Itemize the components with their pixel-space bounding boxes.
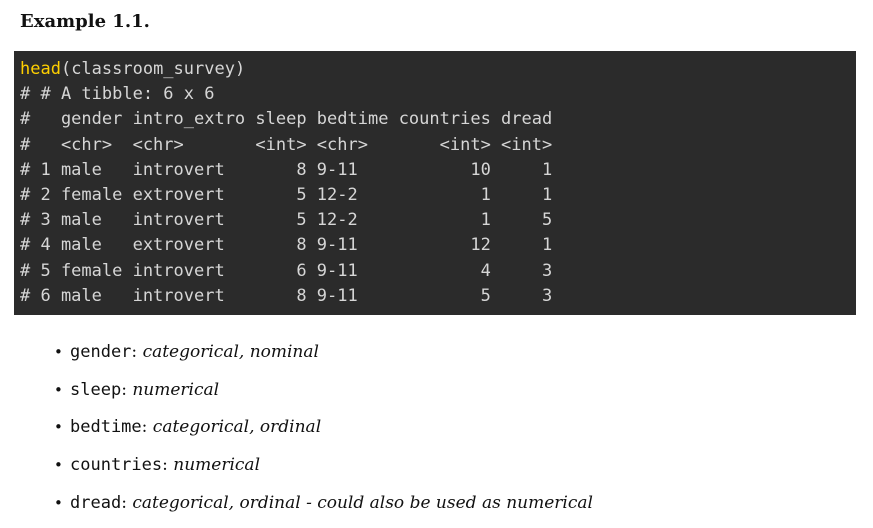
list-item: • sleep: numerical <box>50 376 593 414</box>
variable-type: categorical, nominal <box>142 342 319 362</box>
list-item: • gender: categorical, nominal <box>50 338 593 376</box>
output-line: # 3 male introvert 5 12-2 1 5 <box>20 210 553 231</box>
output-line: # # A tibble: 6 x 6 <box>20 84 215 105</box>
output-line: # 5 female introvert 6 9-11 4 3 <box>20 260 553 281</box>
separator: : <box>121 492 133 513</box>
separator: : <box>121 379 133 400</box>
variable-type: numerical <box>132 379 220 400</box>
bullet-icon: • <box>54 493 63 512</box>
variable-name: countries <box>70 455 163 476</box>
variable-name: sleep <box>70 379 122 400</box>
output-line: # 6 male introvert 8 9-11 5 3 <box>20 285 553 306</box>
code-block: head(classroom_survey) # # A tibble: 6 x… <box>14 51 856 315</box>
variable-type: categorical, ordinal - could also be use… <box>132 492 593 513</box>
list-item: • bedtime: categorical, ordinal <box>50 413 593 451</box>
output-line: # 1 male introvert 8 9-11 10 1 <box>20 159 553 180</box>
output-line: # gender intro_extro sleep bedtime count… <box>20 109 553 130</box>
variable-name: dread <box>70 492 122 513</box>
variable-type: categorical, ordinal <box>152 417 322 438</box>
variable-name: bedtime <box>70 417 142 438</box>
bullet-icon: • <box>54 418 63 437</box>
example-heading: Example 1.1. <box>20 11 150 32</box>
variable-list: • gender: categorical, nominal • sleep: … <box>50 338 593 526</box>
separator: : <box>162 455 174 476</box>
output-line: # <chr> <chr> <int> <chr> <int> <int> <box>20 134 553 155</box>
variable-name: gender <box>70 342 132 362</box>
bullet-icon: • <box>54 343 63 361</box>
separator: : <box>131 342 143 362</box>
output-line: # 4 male extrovert 8 9-11 12 1 <box>20 235 553 256</box>
code-call-line: head(classroom_survey) <box>20 57 856 82</box>
function-name: head <box>20 59 61 79</box>
bullet-icon: • <box>54 380 63 399</box>
variable-type: numerical <box>173 455 261 476</box>
list-item: • dread: categorical, ordinal - could al… <box>50 489 593 527</box>
bullet-icon: • <box>54 456 63 475</box>
function-args: (classroom_survey) <box>60 59 246 79</box>
list-item: • countries: numerical <box>50 451 593 489</box>
separator: : <box>141 417 153 438</box>
output-line: # 2 female extrovert 5 12-2 1 1 <box>20 184 553 205</box>
